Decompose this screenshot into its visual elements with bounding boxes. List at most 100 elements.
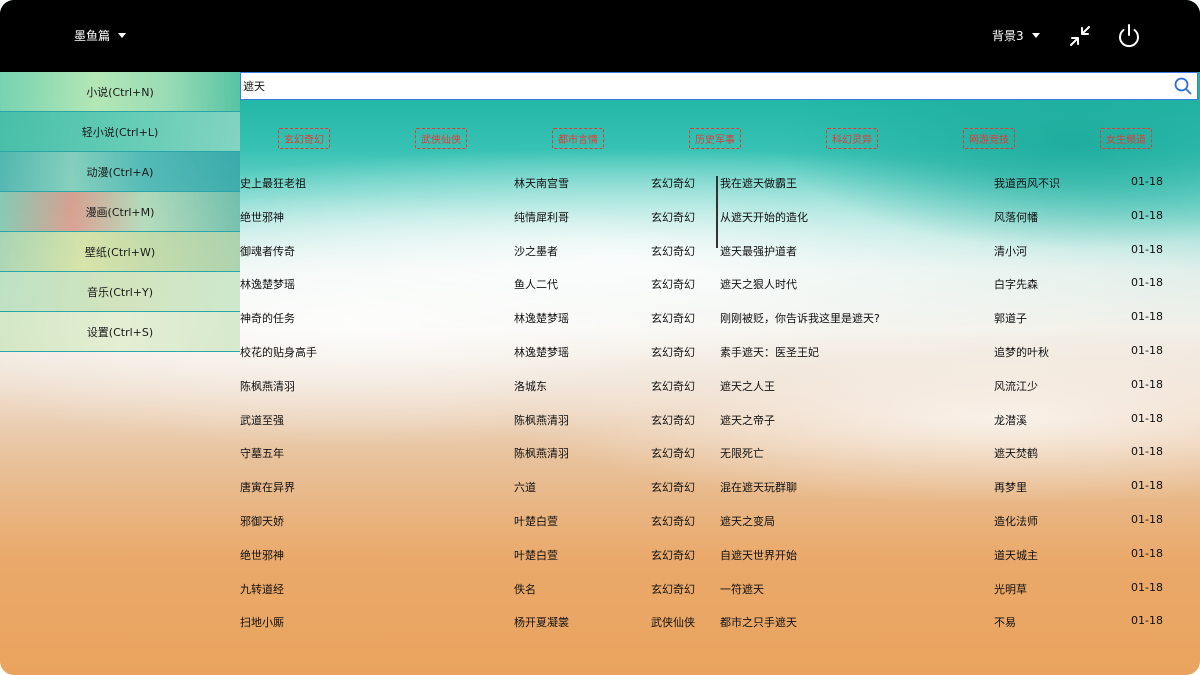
app-menu-dropdown[interactable]: 墨鱼篇: [74, 27, 127, 44]
book-title: 绝世邪神: [240, 210, 284, 224]
sidebar-item-light-novel[interactable]: 轻小说(Ctrl+L): [0, 112, 240, 152]
update-date: 01-18: [1131, 208, 1163, 222]
latest-chapter: 都市之只手遮天: [720, 616, 797, 630]
book-author: 叶楚白萱: [514, 514, 558, 528]
update-date: 01-18: [1131, 411, 1163, 425]
category-tag[interactable]: 玄幻奇幻: [278, 128, 330, 149]
sidebar-item-label: 设置(Ctrl+S): [86, 325, 154, 339]
table-row[interactable]: 武道至强 陈枫燕清羽 玄幻奇幻 遮天之帝子 龙潜溪 01-18: [240, 409, 1200, 443]
book-category: 玄幻奇幻: [651, 548, 695, 562]
book-category: 玄幻奇幻: [651, 278, 695, 292]
sidebar-item-label: 小说(Ctrl+N): [86, 85, 154, 99]
category-tag[interactable]: 历史军事: [689, 128, 741, 149]
book-author: 鱼人二代: [514, 278, 558, 292]
latest-chapter: 遮天之人王: [720, 379, 775, 393]
book-author: 洛城东: [514, 379, 547, 393]
background-menu-dropdown[interactable]: 背景3: [992, 27, 1040, 44]
book-category: 玄幻奇幻: [651, 447, 695, 461]
update-date: 01-18: [1131, 479, 1163, 493]
book-updater: 风流江少: [994, 379, 1038, 393]
latest-chapter: 刚刚被贬，你告诉我这里是遮天?: [720, 312, 880, 326]
category-tag[interactable]: 都市言情: [552, 128, 604, 149]
table-row[interactable]: 校花的贴身高手 林逸楚梦瑶 玄幻奇幻 素手遮天：医圣王妃 追梦的叶秋 01-18: [240, 341, 1200, 375]
table-row[interactable]: 御魂者传奇 沙之墨者 玄幻奇幻 遮天最强护道者 清小河 01-18: [240, 240, 1200, 274]
latest-chapter: 遮天之帝子: [720, 413, 775, 427]
search-input[interactable]: [241, 78, 1171, 94]
book-category: 武侠仙侠: [651, 616, 695, 630]
category-tag[interactable]: 科幻灵异: [826, 128, 878, 149]
table-row[interactable]: 唐寅在异界 六道 玄幻奇幻 混在遮天玩群聊 再梦里 01-18: [240, 476, 1200, 510]
latest-chapter: 遮天最强护道者: [720, 244, 797, 258]
book-updater: 造化法师: [994, 514, 1038, 528]
book-title: 扫地小厮: [240, 616, 284, 630]
book-updater: 龙潜溪: [994, 413, 1027, 427]
update-date: 01-18: [1131, 276, 1163, 290]
table-row[interactable]: 绝世邪神 叶楚白萱 玄幻奇幻 自遮天世界开始 道天城主 01-18: [240, 544, 1200, 578]
table-row[interactable]: 扫地小厮 杨开夏凝裳 武侠仙侠 都市之只手遮天 不易 01-18: [240, 611, 1200, 645]
book-author: 佚名: [514, 582, 536, 596]
book-author: 林逸楚梦瑶: [514, 312, 569, 326]
table-row[interactable]: 邪御天娇 叶楚白萱 玄幻奇幻 遮天之变局 造化法师 01-18: [240, 510, 1200, 544]
book-author: 林天南宫雪: [514, 177, 569, 190]
book-updater: 道天城主: [994, 548, 1038, 562]
update-date: 01-18: [1131, 512, 1163, 526]
background-menu-label: 背景3: [992, 29, 1024, 43]
power-button[interactable]: [1113, 20, 1145, 52]
book-title: 九转道经: [240, 582, 284, 596]
book-category: 玄幻奇幻: [651, 177, 695, 190]
book-category: 玄幻奇幻: [651, 210, 695, 224]
sidebar-item-label: 壁纸(Ctrl+W): [84, 245, 156, 259]
book-updater: 白字先森: [994, 278, 1038, 292]
book-title: 武道至强: [240, 413, 284, 427]
chevron-down-icon: [118, 33, 127, 38]
sidebar-item-label: 音乐(Ctrl+Y): [86, 285, 154, 299]
book-author: 沙之墨者: [514, 244, 558, 258]
book-title: 神奇的任务: [240, 312, 295, 326]
book-title: 唐寅在异界: [240, 481, 295, 495]
table-row[interactable]: 守墓五年 陈枫燕清羽 玄幻奇幻 无限死亡 遮天焚鹤 01-18: [240, 442, 1200, 476]
collapse-icon: [1070, 26, 1090, 46]
table-row[interactable]: 史上最狂老祖 林天南宫雪 玄幻奇幻 我在遮天做霸王 我道西风不识 01-18: [240, 172, 1200, 206]
book-author: 陈枫燕清羽: [514, 413, 569, 427]
sidebar-item-settings[interactable]: 设置(Ctrl+S): [0, 312, 240, 352]
power-icon: [1119, 24, 1139, 48]
update-date: 01-18: [1131, 614, 1163, 628]
sidebar-item-wallpaper[interactable]: 壁纸(Ctrl+W): [0, 232, 240, 272]
book-updater: 我道西风不识: [994, 177, 1060, 190]
table-row[interactable]: 陈枫燕清羽 洛城东 玄幻奇幻 遮天之人王 风流江少 01-18: [240, 375, 1200, 409]
book-author: 纯情犀利哥: [514, 210, 569, 224]
book-author: 杨开夏凝裳: [514, 616, 569, 630]
table-row[interactable]: 神奇的任务 林逸楚梦瑶 玄幻奇幻 刚刚被贬，你告诉我这里是遮天? 郭道子 01-18: [240, 307, 1200, 341]
category-tag[interactable]: 女生频道: [1100, 128, 1152, 149]
book-category: 玄幻奇幻: [651, 582, 695, 596]
table-row[interactable]: 绝世邪神 纯情犀利哥 玄幻奇幻 从遮天开始的造化 风落何幡 01-18: [240, 206, 1200, 240]
book-author: 六道: [514, 481, 536, 495]
top-bar: 墨鱼篇 背景3: [0, 0, 1200, 72]
update-date: 01-18: [1131, 377, 1163, 391]
category-tag[interactable]: 网游竞技: [963, 128, 1015, 149]
book-updater: 遮天焚鹤: [994, 447, 1038, 461]
update-date: 01-18: [1131, 343, 1163, 357]
search-button[interactable]: [1171, 74, 1195, 98]
table-row[interactable]: 林逸楚梦瑶 鱼人二代 玄幻奇幻 遮天之狠人时代 白字先森 01-18: [240, 273, 1200, 307]
book-category: 玄幻奇幻: [651, 312, 695, 326]
table-row[interactable]: 九转道经 佚名 玄幻奇幻 一符遮天 光明草 01-18: [240, 578, 1200, 612]
book-title: 邪御天娇: [240, 514, 284, 528]
search-icon: [1174, 77, 1192, 95]
sidebar-item-comic[interactable]: 漫画(Ctrl+M): [0, 192, 240, 232]
book-updater: 不易: [994, 616, 1016, 630]
sidebar-item-novel[interactable]: 小说(Ctrl+N): [0, 72, 240, 112]
latest-chapter: 我在遮天做霸王: [720, 177, 797, 190]
latest-chapter: 一符遮天: [720, 582, 764, 596]
sidebar-item-music[interactable]: 音乐(Ctrl+Y): [0, 272, 240, 312]
book-category: 玄幻奇幻: [651, 481, 695, 495]
sidebar-item-anime[interactable]: 动漫(Ctrl+A): [0, 152, 240, 192]
collapse-button[interactable]: [1064, 20, 1096, 52]
latest-chapter: 素手遮天：医圣王妃: [720, 345, 819, 359]
app-menu-label: 墨鱼篇: [74, 29, 111, 43]
latest-chapter: 自遮天世界开始: [720, 548, 797, 562]
category-tag[interactable]: 武侠仙侠: [415, 128, 467, 149]
book-updater: 风落何幡: [994, 210, 1038, 224]
book-category: 玄幻奇幻: [651, 379, 695, 393]
book-title: 林逸楚梦瑶: [240, 278, 295, 292]
